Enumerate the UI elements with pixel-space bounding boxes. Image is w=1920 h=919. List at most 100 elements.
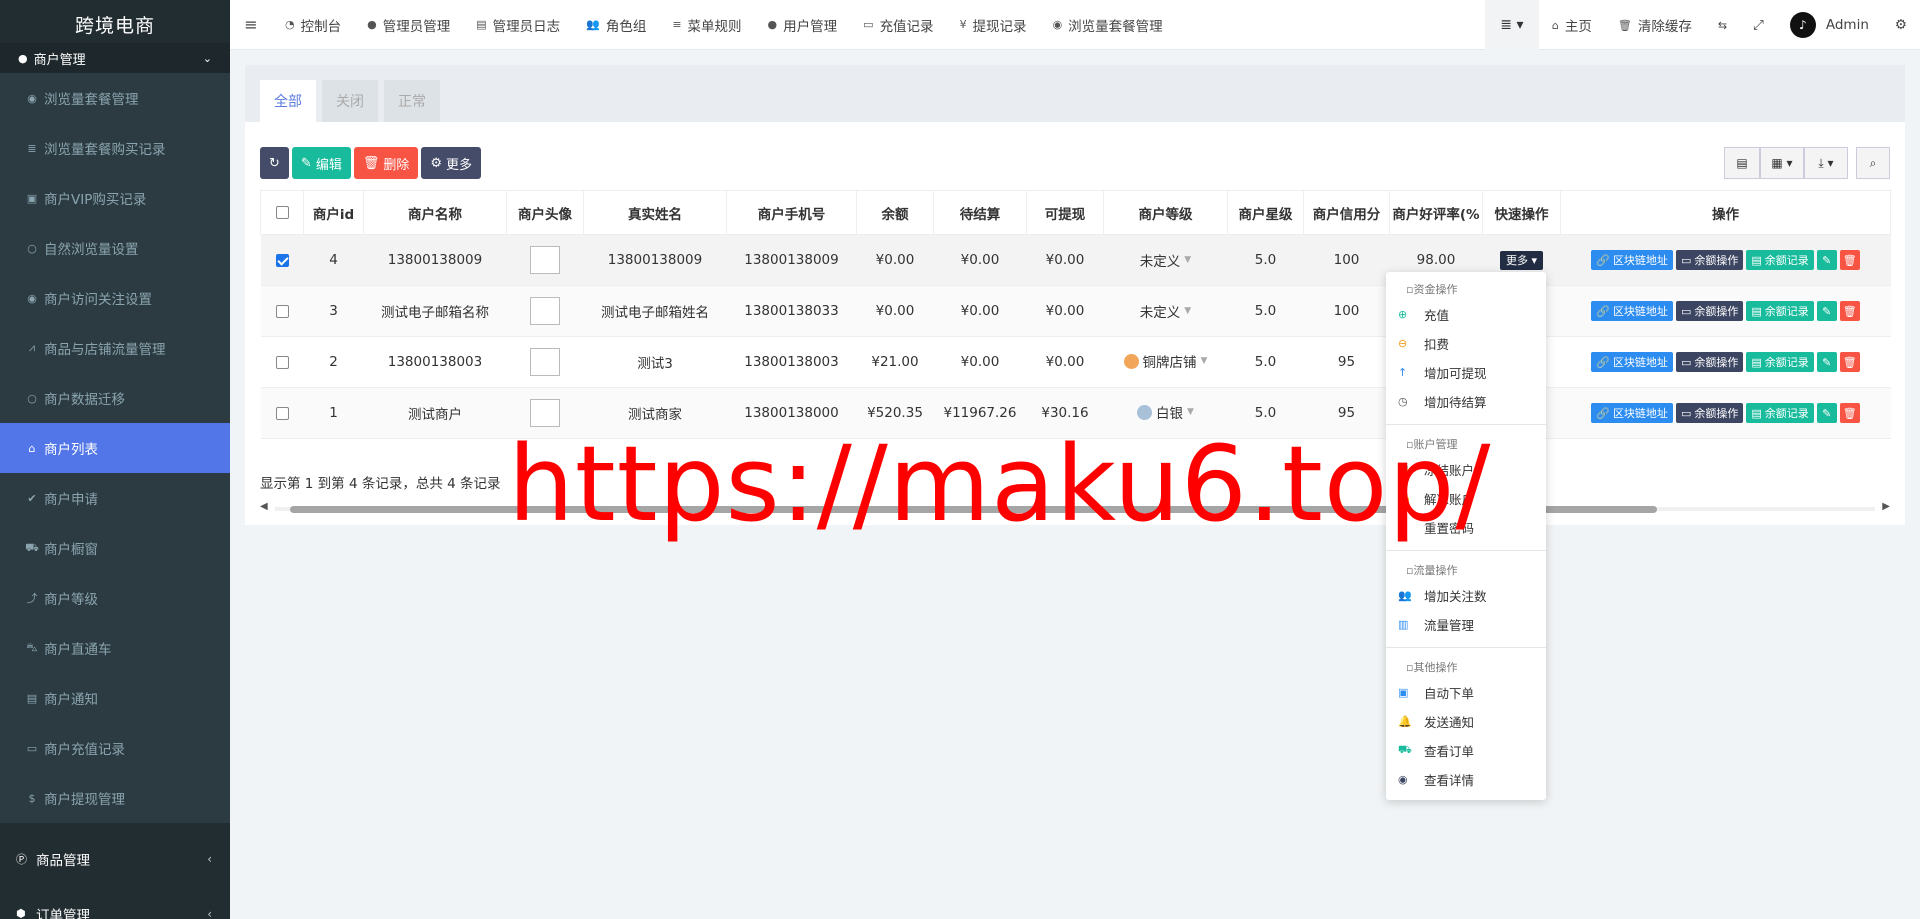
sidebar-item[interactable]: ✔ 商户申请 — [0, 473, 230, 523]
sidebar-item[interactable]: ≣ 浏览量套餐购买记录 — [0, 123, 230, 173]
clear-cache-button[interactable]: 🗑 清除缓存 — [1605, 0, 1705, 50]
row-delete-button[interactable]: 🗑 — [1839, 301, 1860, 321]
table-row[interactable]: 4 13800138009 13800138009 13800138009 ¥0.00 ¥… — [260, 234, 1891, 286]
column-header[interactable]: 商户手机号 — [726, 190, 857, 235]
top-nav-item[interactable]: 👥 角色组 — [573, 0, 659, 50]
select-all-checkbox[interactable] — [275, 206, 289, 219]
menu-item[interactable]: ↑ 增加可提现 — [1386, 358, 1546, 387]
menu-item[interactable]: 🔔 发送通知 — [1386, 707, 1546, 736]
sidebar-group[interactable]: Ⓟ 商品管理 ‹ — [0, 831, 230, 886]
sidebar-item[interactable]: ⩘ 商品与店铺流量管理 — [0, 323, 230, 373]
quick-more-button[interactable]: 更多 ▾ — [1499, 251, 1544, 270]
top-nav-item[interactable]: ● 管理员管理 — [354, 0, 463, 50]
balance-operation-button[interactable]: ▭ 余额操作 — [1675, 403, 1744, 423]
row-edit-button[interactable]: ✎ — [1816, 352, 1837, 372]
top-nav-item[interactable]: ◉ 浏览量套餐管理 — [1040, 0, 1176, 50]
menu-toggle-icon[interactable]: ≡ — [230, 15, 272, 34]
column-header[interactable]: 商户星级 — [1227, 190, 1304, 235]
row-select-cell[interactable] — [260, 336, 304, 388]
menu-item[interactable]: 👥 增加关注数 — [1386, 581, 1546, 610]
delete-button[interactable]: 🗑 删除 — [353, 147, 419, 179]
settings-button[interactable]: ⚙ — [1882, 0, 1920, 50]
column-header[interactable]: 余额 — [856, 190, 934, 235]
row-checkbox[interactable] — [275, 406, 289, 420]
tab[interactable]: 全部 — [260, 80, 316, 122]
top-nav-item[interactable]: ¥ 提现记录 — [947, 0, 1040, 50]
menu-item[interactable]: ⛟ 查看订单 — [1386, 736, 1546, 765]
sidebar-item[interactable]: ◉ 商户访问关注设置 — [0, 273, 230, 323]
table-row[interactable]: 2 13800138003 测试3 13800138003 ¥21.00 ¥0.00 ¥0.… — [260, 336, 1891, 388]
row-edit-button[interactable]: ✎ — [1816, 403, 1837, 423]
tab[interactable]: 正常 — [384, 80, 440, 122]
sidebar-item[interactable]: ⛍ 商户直通车 — [0, 623, 230, 673]
column-header[interactable]: 真实姓名 — [583, 190, 727, 235]
top-nav-item[interactable]: ▤ 管理员日志 — [463, 0, 573, 50]
row-checkbox[interactable] — [275, 304, 289, 318]
row-checkbox[interactable] — [275, 355, 289, 369]
column-header[interactable]: 操作 — [1560, 190, 1891, 235]
row-delete-button[interactable]: 🗑 — [1839, 403, 1860, 423]
column-header[interactable]: 商户信用分 — [1303, 190, 1390, 235]
scroll-left-icon[interactable]: ◀ — [260, 501, 268, 512]
avatar-image[interactable] — [530, 246, 560, 274]
sidebar-item[interactable]: $ 商户提现管理 — [0, 773, 230, 823]
home-link[interactable]: ⌂ 主页 — [1539, 0, 1605, 50]
tab[interactable]: 关闭 — [322, 80, 378, 122]
balance-log-button[interactable]: ▤ 余额记录 — [1746, 301, 1814, 321]
row-checkbox[interactable] — [275, 253, 289, 267]
sidebar-item[interactable]: ▤ 商户通知 — [0, 673, 230, 723]
row-select-cell[interactable] — [260, 285, 304, 337]
column-header[interactable]: 商户好评率(% — [1389, 190, 1483, 235]
top-nav-item[interactable]: ≡ 菜单规则 — [659, 0, 754, 50]
column-header[interactable]: 可提现 — [1026, 190, 1104, 235]
sidebar-item[interactable]: ⛟ 商户橱窗 — [0, 523, 230, 573]
column-header[interactable]: 商户等级 — [1103, 190, 1228, 235]
export-button[interactable]: ⤓ ▾ — [1804, 147, 1848, 179]
row-edit-button[interactable]: ✎ — [1816, 250, 1837, 270]
more-button[interactable]: ⚙ 更多 — [421, 147, 482, 179]
search-button[interactable]: ⌕ — [1856, 147, 1890, 179]
scroll-right-icon[interactable]: ▶ — [1882, 501, 1890, 512]
level-select[interactable]: 未定义 ▼ — [1140, 250, 1191, 270]
cell-level[interactable]: 未定义 ▼ — [1103, 285, 1228, 337]
chain-address-button[interactable]: 🔗 区块链地址 — [1591, 352, 1673, 372]
balance-log-button[interactable]: ▤ 余额记录 — [1746, 250, 1814, 270]
select-all-cell[interactable] — [260, 190, 304, 235]
row-delete-button[interactable]: 🗑 — [1839, 352, 1860, 372]
column-header[interactable]: 商户id — [303, 190, 364, 235]
chain-address-button[interactable]: 🔗 区块链地址 — [1591, 403, 1673, 423]
table-row[interactable]: 3 测试电子邮箱名称 测试电子邮箱姓名 13800138033 ¥0.00 ¥0.00 ¥0… — [260, 285, 1891, 337]
toggle-view-button[interactable]: ▤ — [1724, 147, 1760, 179]
fullscreen-button[interactable]: ⤢ — [1740, 0, 1777, 50]
sidebar-item[interactable]: ▭ 商户充值记录 — [0, 723, 230, 773]
chain-address-button[interactable]: 🔗 区块链地址 — [1591, 250, 1673, 270]
row-delete-button[interactable]: 🗑 — [1839, 250, 1860, 270]
level-select[interactable]: 白银 ▼ — [1137, 402, 1194, 422]
row-select-cell[interactable] — [260, 234, 304, 286]
avatar-image[interactable] — [530, 297, 560, 325]
avatar-image[interactable] — [530, 348, 560, 376]
sidebar-item[interactable]: ▣ 商户VIP购买记录 — [0, 173, 230, 223]
sidebar-group-merchant[interactable]: ● 商户管理 ⌄ — [0, 43, 230, 73]
columns-button[interactable]: ▦ ▾ — [1760, 147, 1804, 179]
column-header[interactable]: 商户名称 — [363, 190, 507, 235]
column-header[interactable]: 商户头像 — [506, 190, 584, 235]
sidebar-item[interactable]: ⤴ 商户等级 — [0, 573, 230, 623]
balance-operation-button[interactable]: ▭ 余额操作 — [1675, 301, 1744, 321]
balance-log-button[interactable]: ▤ 余额记录 — [1746, 403, 1814, 423]
refresh-button[interactable]: ↻ — [260, 147, 289, 179]
edit-button[interactable]: ✎ 编辑 — [291, 147, 351, 179]
menu-item[interactable]: ⊖ 扣费 — [1386, 329, 1546, 358]
sidebar-item[interactable]: ○ 自然浏览量设置 — [0, 223, 230, 273]
row-select-cell[interactable] — [260, 387, 304, 439]
balance-operation-button[interactable]: ▭ 余额操作 — [1675, 352, 1744, 372]
translate-button[interactable]: ⇆ — [1705, 0, 1740, 50]
cell-level[interactable]: 未定义 ▼ — [1103, 234, 1228, 286]
row-edit-button[interactable]: ✎ — [1816, 301, 1837, 321]
sidebar-item[interactable]: ◉ 浏览量套餐管理 — [0, 73, 230, 123]
top-nav-item[interactable]: ◔ 控制台 — [272, 0, 354, 50]
menu-item[interactable]: ▣ 自动下单 — [1386, 678, 1546, 707]
menu-item[interactable]: ◷ 增加待结算 — [1386, 387, 1546, 416]
top-nav-item[interactable]: ● 用户管理 — [755, 0, 851, 50]
app-logo-title[interactable]: 跨境电商 — [0, 0, 230, 49]
